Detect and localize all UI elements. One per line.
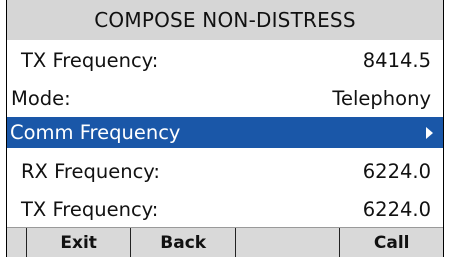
back-button[interactable]: Back (130, 228, 235, 257)
list-item-comm-frequency-selected[interactable]: Comm Frequency (7, 117, 443, 148)
softkey-spacer-left (7, 228, 26, 257)
list-item-tx-frequency-2[interactable]: TX Frequency: 6224.0 (7, 190, 443, 228)
blank-softkey[interactable] (234, 228, 340, 257)
mode-label: Mode: (11, 86, 71, 110)
exit-button[interactable]: Exit (25, 228, 131, 257)
radio-display: COMPOSE NON-DISTRESS TX Frequency: 8414.… (6, 0, 444, 257)
list-item-tx-frequency[interactable]: TX Frequency: 8414.5 (7, 41, 443, 79)
tx-frequency-2-label: TX Frequency: (21, 197, 159, 221)
rx-frequency-label: RX Frequency: (21, 159, 160, 183)
tx-frequency-2-value: 6224.0 (362, 197, 431, 221)
softkey-bar: Exit Back Call (7, 227, 443, 257)
call-button[interactable]: Call (339, 228, 443, 257)
mode-value: Telephony (332, 86, 431, 110)
list-item-rx-frequency[interactable]: RX Frequency: 6224.0 (7, 152, 443, 190)
chevron-right-icon (426, 126, 433, 139)
comm-frequency-label: Comm Frequency (10, 121, 181, 144)
screen-title: COMPOSE NON-DISTRESS (7, 0, 443, 40)
rx-frequency-value: 6224.0 (362, 159, 431, 183)
tx-frequency-value: 8414.5 (362, 48, 431, 72)
list-item-mode[interactable]: Mode: Telephony (7, 79, 443, 117)
tx-frequency-label: TX Frequency: (21, 48, 159, 72)
